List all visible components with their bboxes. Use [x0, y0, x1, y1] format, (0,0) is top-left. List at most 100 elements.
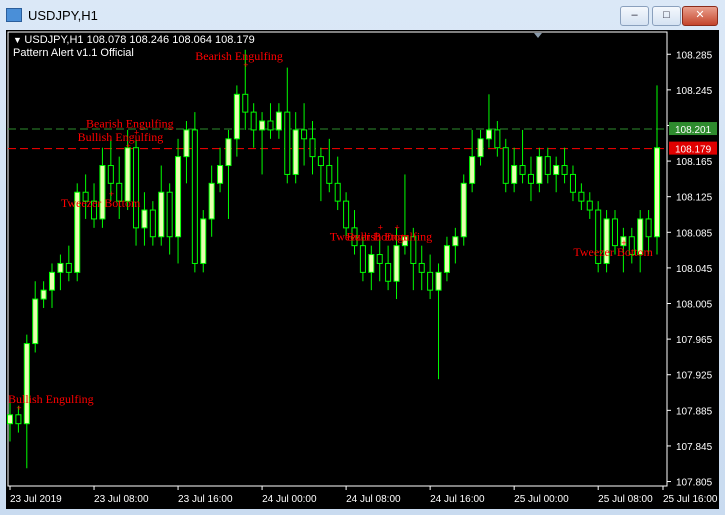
candle-body — [133, 147, 140, 229]
candle-body — [359, 245, 366, 273]
plot-frame — [7, 31, 668, 487]
window-title: USDJPY,H1 — [28, 8, 98, 23]
candle-body — [317, 156, 324, 167]
candle-body — [334, 182, 341, 202]
candle-body — [368, 254, 375, 273]
y-axis-tick-label: 107.965 — [676, 335, 713, 346]
candle-body — [326, 165, 333, 184]
candle-body — [385, 262, 392, 282]
candle-body — [578, 191, 585, 202]
candle-body — [65, 262, 72, 273]
pattern-annotation: Tweezer Bottom — [573, 245, 653, 259]
candle-body — [544, 156, 551, 175]
x-axis-tick-label: 23 Jul 16:00 — [178, 494, 233, 505]
candle-body — [284, 111, 291, 175]
maximize-button[interactable]: □ — [652, 6, 681, 26]
candle-body — [469, 156, 476, 184]
candle-body — [233, 93, 240, 140]
candle-body — [376, 254, 383, 264]
candle-body — [200, 218, 207, 264]
candle-body — [511, 165, 518, 184]
y-axis-tick-label: 108.245 — [676, 86, 713, 97]
candle-body — [536, 156, 543, 184]
close-button[interactable]: ✕ — [682, 6, 718, 26]
y-axis-tick-label: 107.885 — [676, 406, 713, 417]
candle-body — [225, 138, 232, 167]
candle-body — [191, 129, 198, 264]
minimize-button[interactable]: – — [620, 6, 649, 26]
pattern-annotation: Bullish Engulfing — [347, 230, 433, 244]
candle-body — [40, 289, 47, 300]
y-axis-tick-label: 108.005 — [676, 300, 713, 311]
x-axis-tick-label: 25 Jul 00:00 — [514, 494, 569, 505]
pattern-marker: + — [109, 189, 114, 199]
candle-body — [149, 209, 156, 238]
dropdown-triangle-icon[interactable]: ▼ — [13, 35, 24, 45]
ask-price-label: 108.201 — [675, 125, 712, 136]
y-axis-tick-label: 107.805 — [676, 478, 713, 489]
candle-body — [418, 262, 425, 273]
x-axis-tick-label: 24 Jul 08:00 — [346, 494, 401, 505]
candle-body — [443, 245, 450, 273]
candle-body — [15, 414, 22, 425]
candle-body — [242, 93, 249, 113]
candlestick-chart[interactable]: Bearish Engulfing+Bearish Engulfing+Bull… — [6, 30, 719, 509]
pattern-marker: + — [621, 238, 626, 248]
candle-body — [301, 129, 308, 140]
candle-body — [6, 414, 14, 425]
candle-body — [124, 147, 131, 202]
candle-body — [460, 182, 467, 238]
pattern-annotation: Bullish Engulfing — [78, 130, 164, 144]
candle-body — [485, 129, 492, 140]
candle-body — [527, 173, 534, 184]
candle-body — [32, 298, 39, 345]
x-axis-tick-label: 25 Jul 16:00 — [663, 494, 718, 505]
candle-body — [48, 271, 56, 291]
y-axis-tick-label: 107.925 — [676, 371, 713, 382]
candle-body — [452, 236, 459, 247]
candle-body — [553, 165, 560, 175]
y-axis-tick-label: 108.125 — [676, 193, 713, 204]
y-axis-tick-label: 108.165 — [676, 157, 713, 168]
x-axis-tick-label: 23 Jul 2019 — [10, 494, 62, 505]
candle-body — [23, 343, 30, 425]
scroll-marker-icon — [534, 33, 542, 38]
candle-body — [502, 147, 509, 184]
candle-body — [107, 165, 114, 184]
candle-body — [208, 182, 215, 220]
chart-window: USDJPY,H1 – □ ✕ Bearish Engulfing + Bearis… — [0, 0, 725, 515]
x-axis-tick-label: 23 Jul 08:00 — [94, 494, 149, 505]
pattern-marker: + — [16, 403, 21, 413]
candle-body — [494, 129, 501, 149]
candle-body — [292, 129, 299, 175]
candle-body — [309, 138, 316, 158]
candle-body — [477, 138, 484, 158]
candle-body — [569, 173, 576, 193]
x-axis-tick-label: 24 Jul 16:00 — [430, 494, 485, 505]
chart-canvas[interactable]: Bearish Engulfing + Bearish Engulfing + Bull… — [6, 30, 719, 509]
candle-body — [166, 191, 173, 238]
candle-body — [183, 129, 190, 158]
candle-body — [427, 271, 434, 291]
candle-body — [259, 120, 266, 131]
chart-window-icon — [6, 8, 22, 22]
title-bar[interactable]: USDJPY,H1 – □ ✕ — [0, 0, 725, 30]
pattern-marker: + — [243, 60, 248, 70]
candle-body — [275, 111, 282, 131]
candle-body — [141, 209, 148, 229]
y-axis-tick-label: 108.085 — [676, 228, 713, 239]
candle-body — [250, 111, 257, 131]
candle-body — [343, 200, 350, 229]
candle-body — [158, 191, 165, 238]
candle-body — [217, 165, 224, 184]
candle-body — [653, 147, 661, 238]
x-axis-tick-label: 25 Jul 08:00 — [598, 494, 653, 505]
y-axis-tick-label: 107.845 — [676, 442, 713, 453]
x-axis-tick-label: 24 Jul 00:00 — [262, 494, 317, 505]
candle-body — [175, 156, 182, 238]
y-axis-tick-label: 108.045 — [676, 264, 713, 275]
pattern-annotation: Tweezer Bottom — [61, 196, 141, 210]
indicator-name: Pattern Alert v1.1 Official — [13, 47, 134, 59]
candle-body — [57, 262, 64, 273]
y-axis-tick-label: 108.285 — [676, 50, 713, 61]
